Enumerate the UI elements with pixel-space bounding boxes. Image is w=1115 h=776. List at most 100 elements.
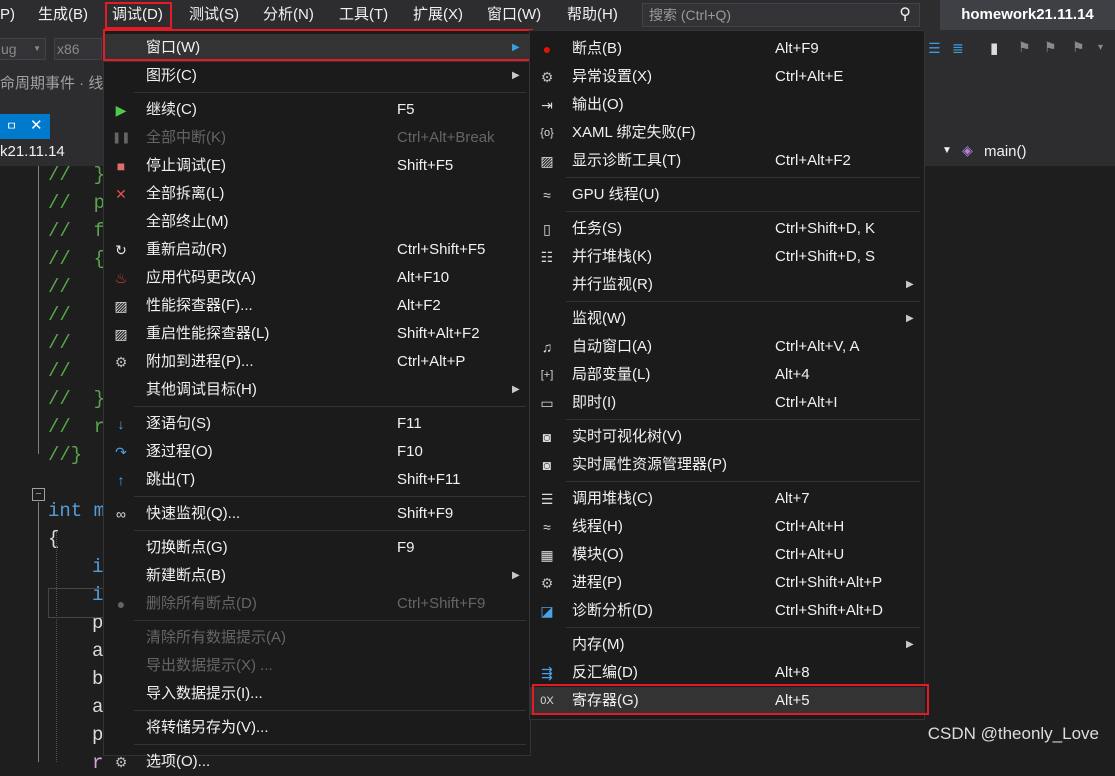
- window_menu-item-label: 实时可视化树(V): [572, 428, 682, 445]
- debug_menu-item-label: 全部拆离(L): [146, 185, 225, 202]
- debug_menu-item-16[interactable]: ↷ 逐过程(O) F10: [104, 438, 530, 466]
- window_menu-item-6[interactable]: ≈ GPU 线程(U): [530, 181, 924, 209]
- file-scope-dropdown[interactable]: k21.11.14: [0, 143, 65, 160]
- debug_menu-item-label: 全部终止(M): [146, 213, 229, 230]
- search-box[interactable]: ⚲: [642, 3, 920, 27]
- search-icon[interactable]: ⚲: [899, 4, 911, 24]
- window_menu-item-8[interactable]: ▯ 任务(S) Ctrl+Shift+D, K: [530, 215, 924, 243]
- next-bookmark-icon[interactable]: ⚑: [1044, 39, 1057, 56]
- step-out-icon: ↑: [117, 472, 125, 488]
- code-line: // f: [48, 220, 106, 242]
- chevron-down-icon[interactable]: ▼: [942, 145, 952, 156]
- menu-analyze[interactable]: 分析(N): [263, 0, 314, 30]
- platform-dropdown[interactable]: x86: [54, 38, 102, 60]
- debug_menu-item-17[interactable]: ↑ 跳出(T) Shift+F11: [104, 466, 530, 494]
- debug_menu-item-12[interactable]: ⚙ 附加到进程(P)... Ctrl+Alt+P: [104, 348, 530, 376]
- camera-icon: ◙: [542, 429, 552, 445]
- debug_menu-item-9[interactable]: ♨ 应用代码更改(A) Alt+F10: [104, 264, 530, 292]
- debug_menu-item-31[interactable]: ⚙ 选项(O)...: [104, 748, 530, 776]
- debug-menu-highlight: [105, 2, 172, 29]
- uncomment-icon[interactable]: ≣: [952, 40, 964, 57]
- window_menu-item-12[interactable]: 监视(W) ▶: [530, 305, 924, 333]
- debug_menu-item-29[interactable]: 将转储另存为(V)...: [104, 714, 530, 742]
- debug_menu-item-6[interactable]: ✕ 全部拆离(L): [104, 180, 530, 208]
- menu-test[interactable]: 测试(S): [189, 0, 239, 30]
- comment-icon[interactable]: ☰: [928, 40, 941, 57]
- debug_menu-item-21[interactable]: 切换断点(G) F9: [104, 534, 530, 562]
- profiler-icon: ▨: [114, 298, 128, 314]
- debug_menu-item-10[interactable]: ▨ 性能探查器(F)... Alt+F2: [104, 292, 530, 320]
- fold-guide: [38, 166, 39, 454]
- debug_menu-item-5[interactable]: ■ 停止调试(E) Shift+F5: [104, 152, 530, 180]
- window_menu-item-14[interactable]: [+] 局部变量(L) Alt+4: [530, 361, 924, 389]
- prev-bookmark-icon[interactable]: ⚑: [1018, 39, 1031, 56]
- window_menu-item-shortcut: Ctrl+Shift+Alt+P: [775, 574, 883, 591]
- configuration-dropdown[interactable]: ug ▼: [0, 38, 46, 60]
- window_menu-item-21[interactable]: ≈ 线程(H) Ctrl+Alt+H: [530, 513, 924, 541]
- window_menu-item-15[interactable]: ▭ 即时(I) Ctrl+Alt+I: [530, 389, 924, 417]
- window_menu-item-17[interactable]: ◙ 实时可视化树(V): [530, 423, 924, 451]
- debug_menu-item-15[interactable]: ↓ 逐语句(S) F11: [104, 410, 530, 438]
- menu-window[interactable]: 窗口(W): [487, 0, 541, 30]
- debug_menu-item-19[interactable]: ∞ 快速监视(Q)... Shift+F9: [104, 500, 530, 528]
- window_menu-item-10[interactable]: 并行监视(R) ▶: [530, 271, 924, 299]
- window_menu-item-27[interactable]: ⇶ 反汇编(D) Alt+8: [530, 659, 924, 687]
- document-tab[interactable]: ㅁ ✕: [0, 114, 50, 139]
- code-line: //: [48, 276, 71, 298]
- immediate-icon: ▭: [540, 395, 554, 411]
- menu-extensions[interactable]: 扩展(X): [413, 0, 463, 30]
- window_menu-item-4[interactable]: ▨ 显示诊断工具(T) Ctrl+Alt+F2: [530, 147, 924, 175]
- collapse-toggle-icon[interactable]: −: [32, 488, 45, 501]
- clear-bookmarks-icon[interactable]: ⚑: [1072, 39, 1085, 56]
- member-dropdown[interactable]: main(): [984, 143, 1027, 160]
- call-stack-icon: ☰: [540, 491, 554, 507]
- window_menu-item-2[interactable]: ⇥ 输出(O): [530, 91, 924, 119]
- window_menu-item-0[interactable]: ● 断点(B) Alt+F9: [530, 35, 924, 63]
- submenu-arrow-icon: ▶: [906, 639, 914, 650]
- window_menu-item-18[interactable]: ◙ 实时属性资源管理器(P): [530, 451, 924, 479]
- registers-item-highlight: [532, 684, 929, 715]
- solution-title: homework21.11.14: [940, 0, 1115, 30]
- bookmark-icon[interactable]: ▮: [990, 39, 998, 57]
- pin-icon[interactable]: ㅁ: [6, 117, 17, 134]
- window_menu-item-13[interactable]: ♫ 自动窗口(A) Ctrl+Alt+V, A: [530, 333, 924, 361]
- window_menu-item-24[interactable]: ◪ 诊断分析(D) Ctrl+Shift+Alt+D: [530, 597, 924, 625]
- menu-help[interactable]: 帮助(H): [567, 0, 618, 30]
- debug_menu-item-27[interactable]: 导入数据提示(I)...: [104, 680, 530, 708]
- window_menu-item-1[interactable]: ⚙ 异常设置(X) Ctrl+Alt+E: [530, 63, 924, 91]
- debug_menu-item-22[interactable]: 新建断点(B) ▶: [104, 562, 530, 590]
- fold-guide: [38, 502, 39, 762]
- window_menu-item-label: 内存(M): [572, 636, 625, 653]
- debug_menu-item-label: 新建断点(B): [146, 567, 226, 584]
- debug_menu-item-13[interactable]: 其他调试目标(H) ▶: [104, 376, 530, 404]
- close-icon[interactable]: ✕: [30, 116, 43, 134]
- debug_menu-item-11[interactable]: ▨ 重启性能探查器(L) Shift+Alt+F2: [104, 320, 530, 348]
- platform-value: x86: [57, 41, 80, 57]
- debug_menu-item-label: 导出数据提示(X) ...: [146, 657, 273, 674]
- window_menu-item-label: 局部变量(L): [572, 366, 651, 383]
- menu-project[interactable]: P): [0, 0, 15, 30]
- stop-icon: ■: [116, 158, 126, 174]
- menu-separator: [566, 627, 920, 628]
- menu-build[interactable]: 生成(B): [38, 0, 88, 30]
- window_menu-item-9[interactable]: ☷ 并行堆栈(K) Ctrl+Shift+D, S: [530, 243, 924, 271]
- window_menu-item-shortcut: Alt+F9: [775, 40, 819, 57]
- window_menu-item-3[interactable]: {o} XAML 绑定失败(F): [530, 119, 924, 147]
- debug_menu-item-shortcut: Shift+F5: [397, 157, 454, 174]
- debug_menu-item-7[interactable]: 全部终止(M): [104, 208, 530, 236]
- debug_menu-item-shortcut: F9: [397, 539, 415, 556]
- window_menu-item-26[interactable]: 内存(M) ▶: [530, 631, 924, 659]
- code-line: // p: [48, 192, 106, 214]
- menu-tools[interactable]: 工具(T): [339, 0, 388, 30]
- submenu-arrow-icon: ▶: [512, 384, 520, 395]
- search-input[interactable]: [649, 5, 879, 25]
- debug_menu-item-4: ❚❚ 全部中断(K) Ctrl+Alt+Break: [104, 124, 530, 152]
- toolbar-overflow-icon[interactable]: ▾: [1098, 42, 1103, 53]
- window_menu-item-22[interactable]: ▦ 模块(O) Ctrl+Alt+U: [530, 541, 924, 569]
- debug_menu-item-1[interactable]: 图形(C) ▶: [104, 62, 530, 90]
- window_menu-item-23[interactable]: ⚙ 进程(P) Ctrl+Shift+Alt+P: [530, 569, 924, 597]
- debug_menu-item-8[interactable]: ↻ 重新启动(R) Ctrl+Shift+F5: [104, 236, 530, 264]
- debug_menu-item-3[interactable]: ▶ 继续(C) F5: [104, 96, 530, 124]
- window_menu-item-20[interactable]: ☰ 调用堆栈(C) Alt+7: [530, 485, 924, 513]
- window_menu-item-shortcut: Ctrl+Alt+F2: [775, 152, 851, 169]
